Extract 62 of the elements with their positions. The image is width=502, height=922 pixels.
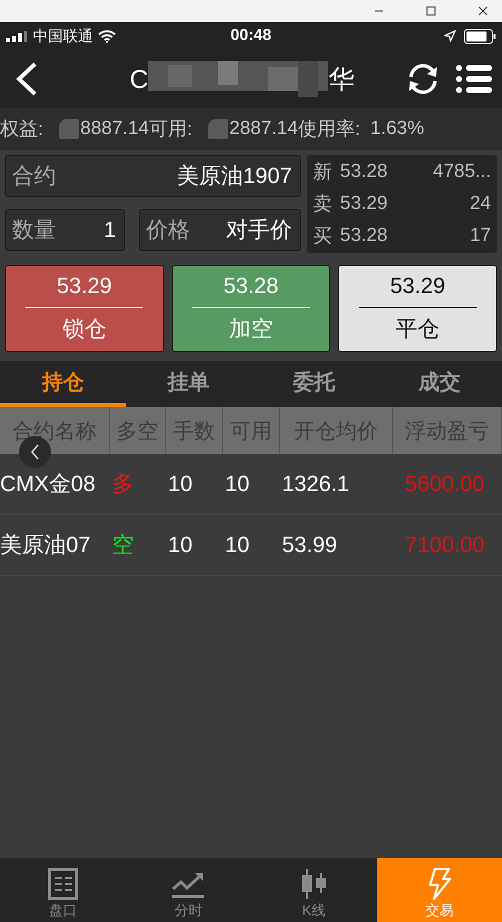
table-cell: 10	[225, 471, 250, 497]
pixelated-block	[208, 119, 228, 139]
quote-price: 53.29	[340, 193, 388, 215]
table-cell: 10	[168, 471, 192, 497]
lightning-icon	[426, 868, 452, 900]
tab-label: 盘口	[48, 902, 77, 920]
quote-price: 53.28	[340, 161, 388, 183]
close-icon[interactable]	[478, 6, 488, 16]
tab-label: 分时	[174, 902, 202, 920]
maximize-icon[interactable]	[426, 6, 436, 16]
table-cell: 5600.00	[405, 471, 485, 497]
table-cell: 53.99	[282, 532, 338, 558]
quote-volume: 4785...	[432, 161, 491, 183]
table-cell: 10	[168, 532, 192, 558]
account-value: 1.63%	[370, 118, 424, 140]
table-cell: 10	[225, 532, 250, 558]
order-button[interactable]: 53.29 锁仓	[5, 265, 164, 352]
quote-price: 53.28	[340, 225, 388, 247]
account-value: 8887.14	[80, 118, 149, 140]
quote-label: 卖	[313, 193, 332, 217]
account-label: 权益:	[0, 118, 44, 142]
price-field[interactable]: 价格 对手价	[139, 209, 301, 251]
clock-time: 00:48	[230, 27, 272, 45]
bottom-tab[interactable]: 分时	[126, 858, 251, 922]
table-cell-text: CMX金08	[0, 470, 96, 498]
table-cell: 7100.00	[405, 532, 485, 558]
back-icon[interactable]	[14, 62, 38, 96]
menu-icon[interactable]	[456, 64, 492, 94]
tab[interactable]: 委托	[251, 361, 376, 407]
tab-label: 交易	[425, 902, 454, 920]
account-label: 可用:	[148, 118, 192, 142]
title-text: 华	[328, 62, 354, 96]
location-arrow-icon	[444, 30, 456, 42]
title-text: C	[130, 64, 148, 94]
quote-volume: 17	[468, 225, 491, 247]
signal-icon	[6, 30, 28, 42]
chevron-left-icon	[30, 444, 40, 460]
tab[interactable]: 成交	[376, 361, 502, 407]
quote-volume: 24	[468, 193, 491, 215]
tab[interactable]: 挂单	[126, 361, 251, 407]
tab-label: K线	[302, 902, 326, 920]
order-button[interactable]: 53.29 平仓	[338, 265, 498, 352]
order-button[interactable]: 53.28 加空	[172, 265, 330, 352]
table-cell-text: 美原油07	[0, 531, 90, 559]
quote-label: 买	[313, 225, 332, 249]
bottom-tab[interactable]: 盘口	[0, 858, 126, 922]
account-value: 2887.14	[229, 118, 298, 140]
table-cell-text: 空	[112, 531, 134, 559]
contract-field[interactable]: 合约 美原油1907	[5, 155, 301, 197]
grid-icon	[48, 868, 78, 900]
wifi-icon	[98, 30, 116, 42]
pixelated-block	[59, 119, 80, 139]
trend-line-icon	[171, 870, 206, 900]
table-cell-text: 多	[112, 470, 134, 498]
bottom-tab[interactable]: K线	[251, 858, 376, 922]
quantity-field[interactable]: 数量 1	[5, 209, 125, 251]
carrier-name: 中国联通	[33, 26, 93, 46]
refresh-icon[interactable]	[406, 62, 440, 96]
battery-icon	[464, 28, 496, 44]
table-cell: 1326.1	[282, 471, 350, 497]
account-label: 使用率:	[298, 118, 360, 142]
quote-label: 新	[313, 161, 332, 185]
